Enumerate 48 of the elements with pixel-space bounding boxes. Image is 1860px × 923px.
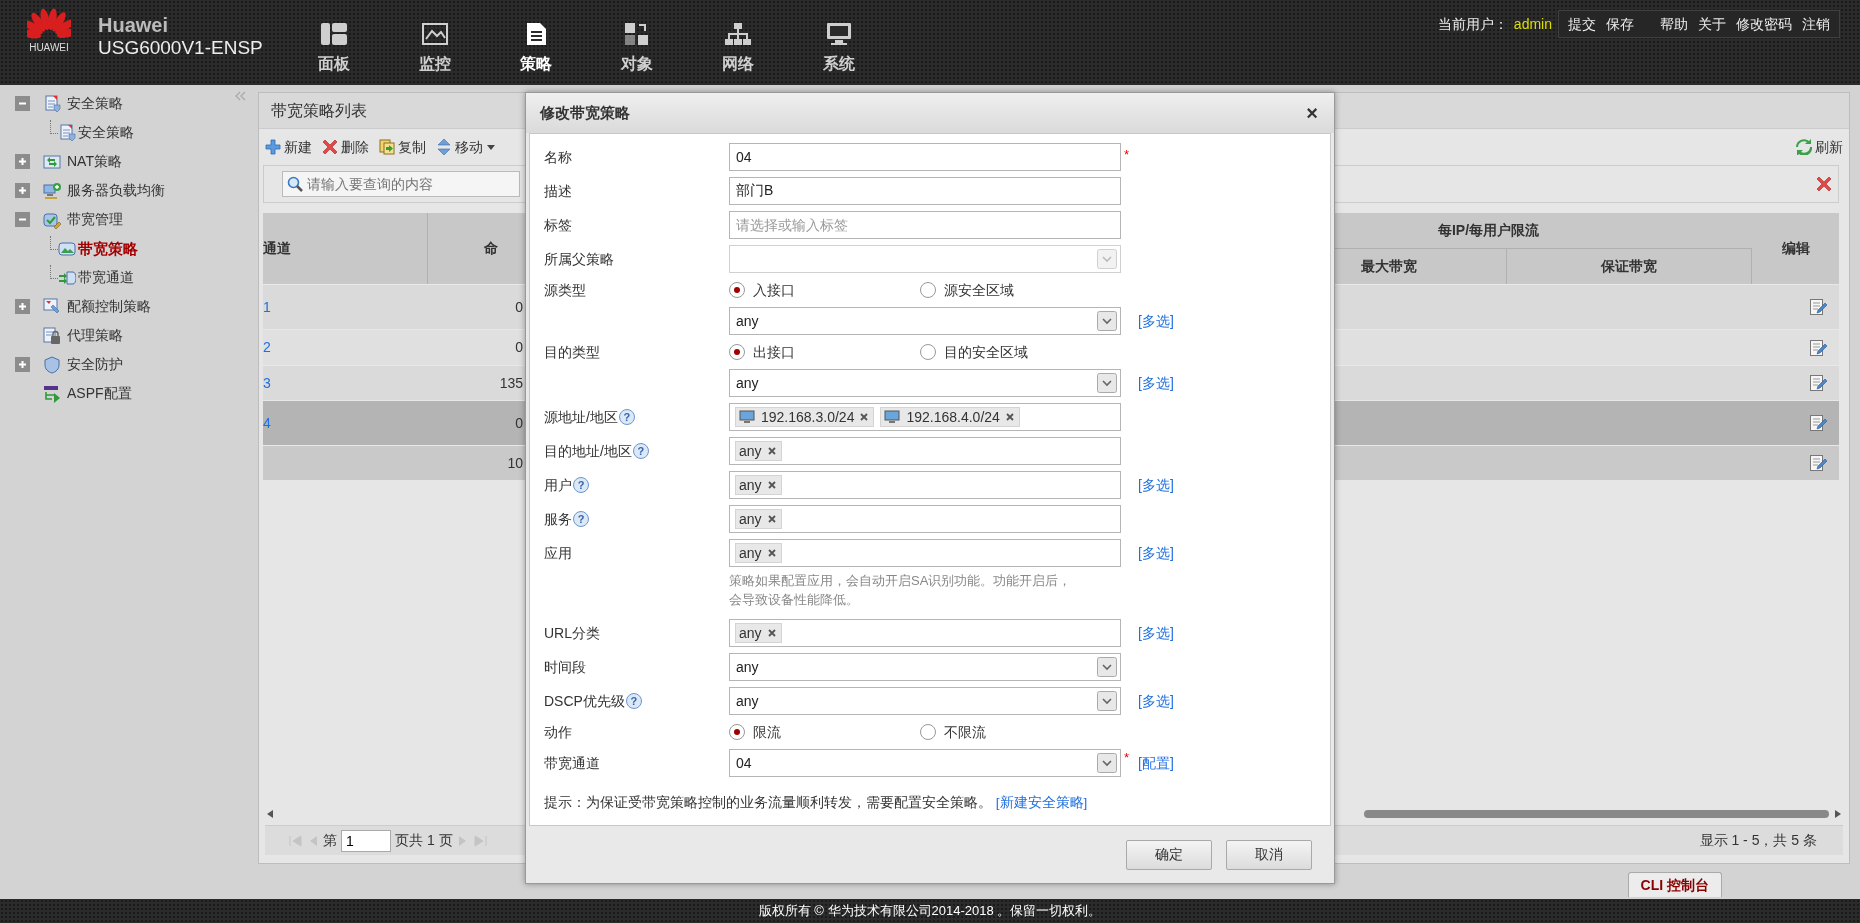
field-label: 目的类型 xyxy=(544,342,600,362)
hint-text: 提示：为保证受带宽策略控制的业务流量顺利转发，需要配置安全策略。 [新建安全策略] xyxy=(544,795,1088,810)
brand-name: Huawei xyxy=(98,14,170,36)
table-cell: 2 xyxy=(263,338,271,357)
field-label: 描述 xyxy=(544,181,572,201)
radio-label: 不限流 xyxy=(944,722,986,742)
field-label: 目的地址/地区 xyxy=(544,441,632,461)
field-label: 服务 xyxy=(544,509,572,529)
table-cell: 0 xyxy=(515,297,523,317)
required-mark: * xyxy=(1124,146,1131,164)
field-label: 标签 xyxy=(544,215,572,235)
field-label: 带宽通道 xyxy=(544,753,600,773)
table-cell: 3 xyxy=(263,373,271,393)
radio-label: 入接口 xyxy=(753,280,795,300)
user-label: 当前用户： xyxy=(1437,15,1508,34)
column-header: 每IP/每用户限流 xyxy=(1335,213,1752,249)
required-mark: * xyxy=(1124,749,1131,767)
field-label: 动作 xyxy=(544,722,572,742)
field-label: 名称 xyxy=(544,147,572,167)
field-label: 所属父策略 xyxy=(544,249,614,269)
table-cell: 10 xyxy=(507,453,523,473)
copyright-text: 版权所有 © 华为技术有限公司2014-2018 。保留一切权利。 xyxy=(758,902,1102,920)
field-label: DSCP优先级 xyxy=(544,691,625,711)
help-note: 策略如果配置应用，会自动开启SA识别功能。功能开启后，会导致设备性能降低。 xyxy=(729,572,1073,609)
field-label: 用户 xyxy=(544,475,572,495)
table-cell: 4 xyxy=(263,413,271,433)
pager-label: 第 xyxy=(323,831,337,850)
field-label: URL分类 xyxy=(544,623,600,643)
pager-label: 页共 1 页 xyxy=(395,831,453,850)
user-name: admin xyxy=(1513,15,1552,34)
product-name: USG6000V1-ENSP xyxy=(98,36,264,60)
table-cell: 1 xyxy=(263,297,271,317)
radio-label: 出接口 xyxy=(753,342,795,362)
table-cell: 135 xyxy=(499,373,523,393)
field-label: 源地址/地区 xyxy=(544,407,618,427)
table-cell: 0 xyxy=(515,338,523,357)
radio-label: 目的安全区域 xyxy=(944,342,1028,362)
table-cell: 0 xyxy=(515,413,523,433)
dialog-title: 修改带宽策略 xyxy=(540,103,630,123)
column-header: 编辑 xyxy=(1780,239,1811,259)
logo-caption: HUAWEI xyxy=(29,41,69,54)
column-header: 命 xyxy=(483,239,499,259)
pager-summary: 显示 1 - 5，共 5 条 xyxy=(1699,831,1817,850)
field-label: 源类型 xyxy=(544,280,586,300)
field-label: 时间段 xyxy=(544,657,586,677)
radio-label: 限流 xyxy=(753,722,781,742)
field-label: 应用 xyxy=(544,543,572,563)
radio-label: 源安全区域 xyxy=(944,280,1014,300)
